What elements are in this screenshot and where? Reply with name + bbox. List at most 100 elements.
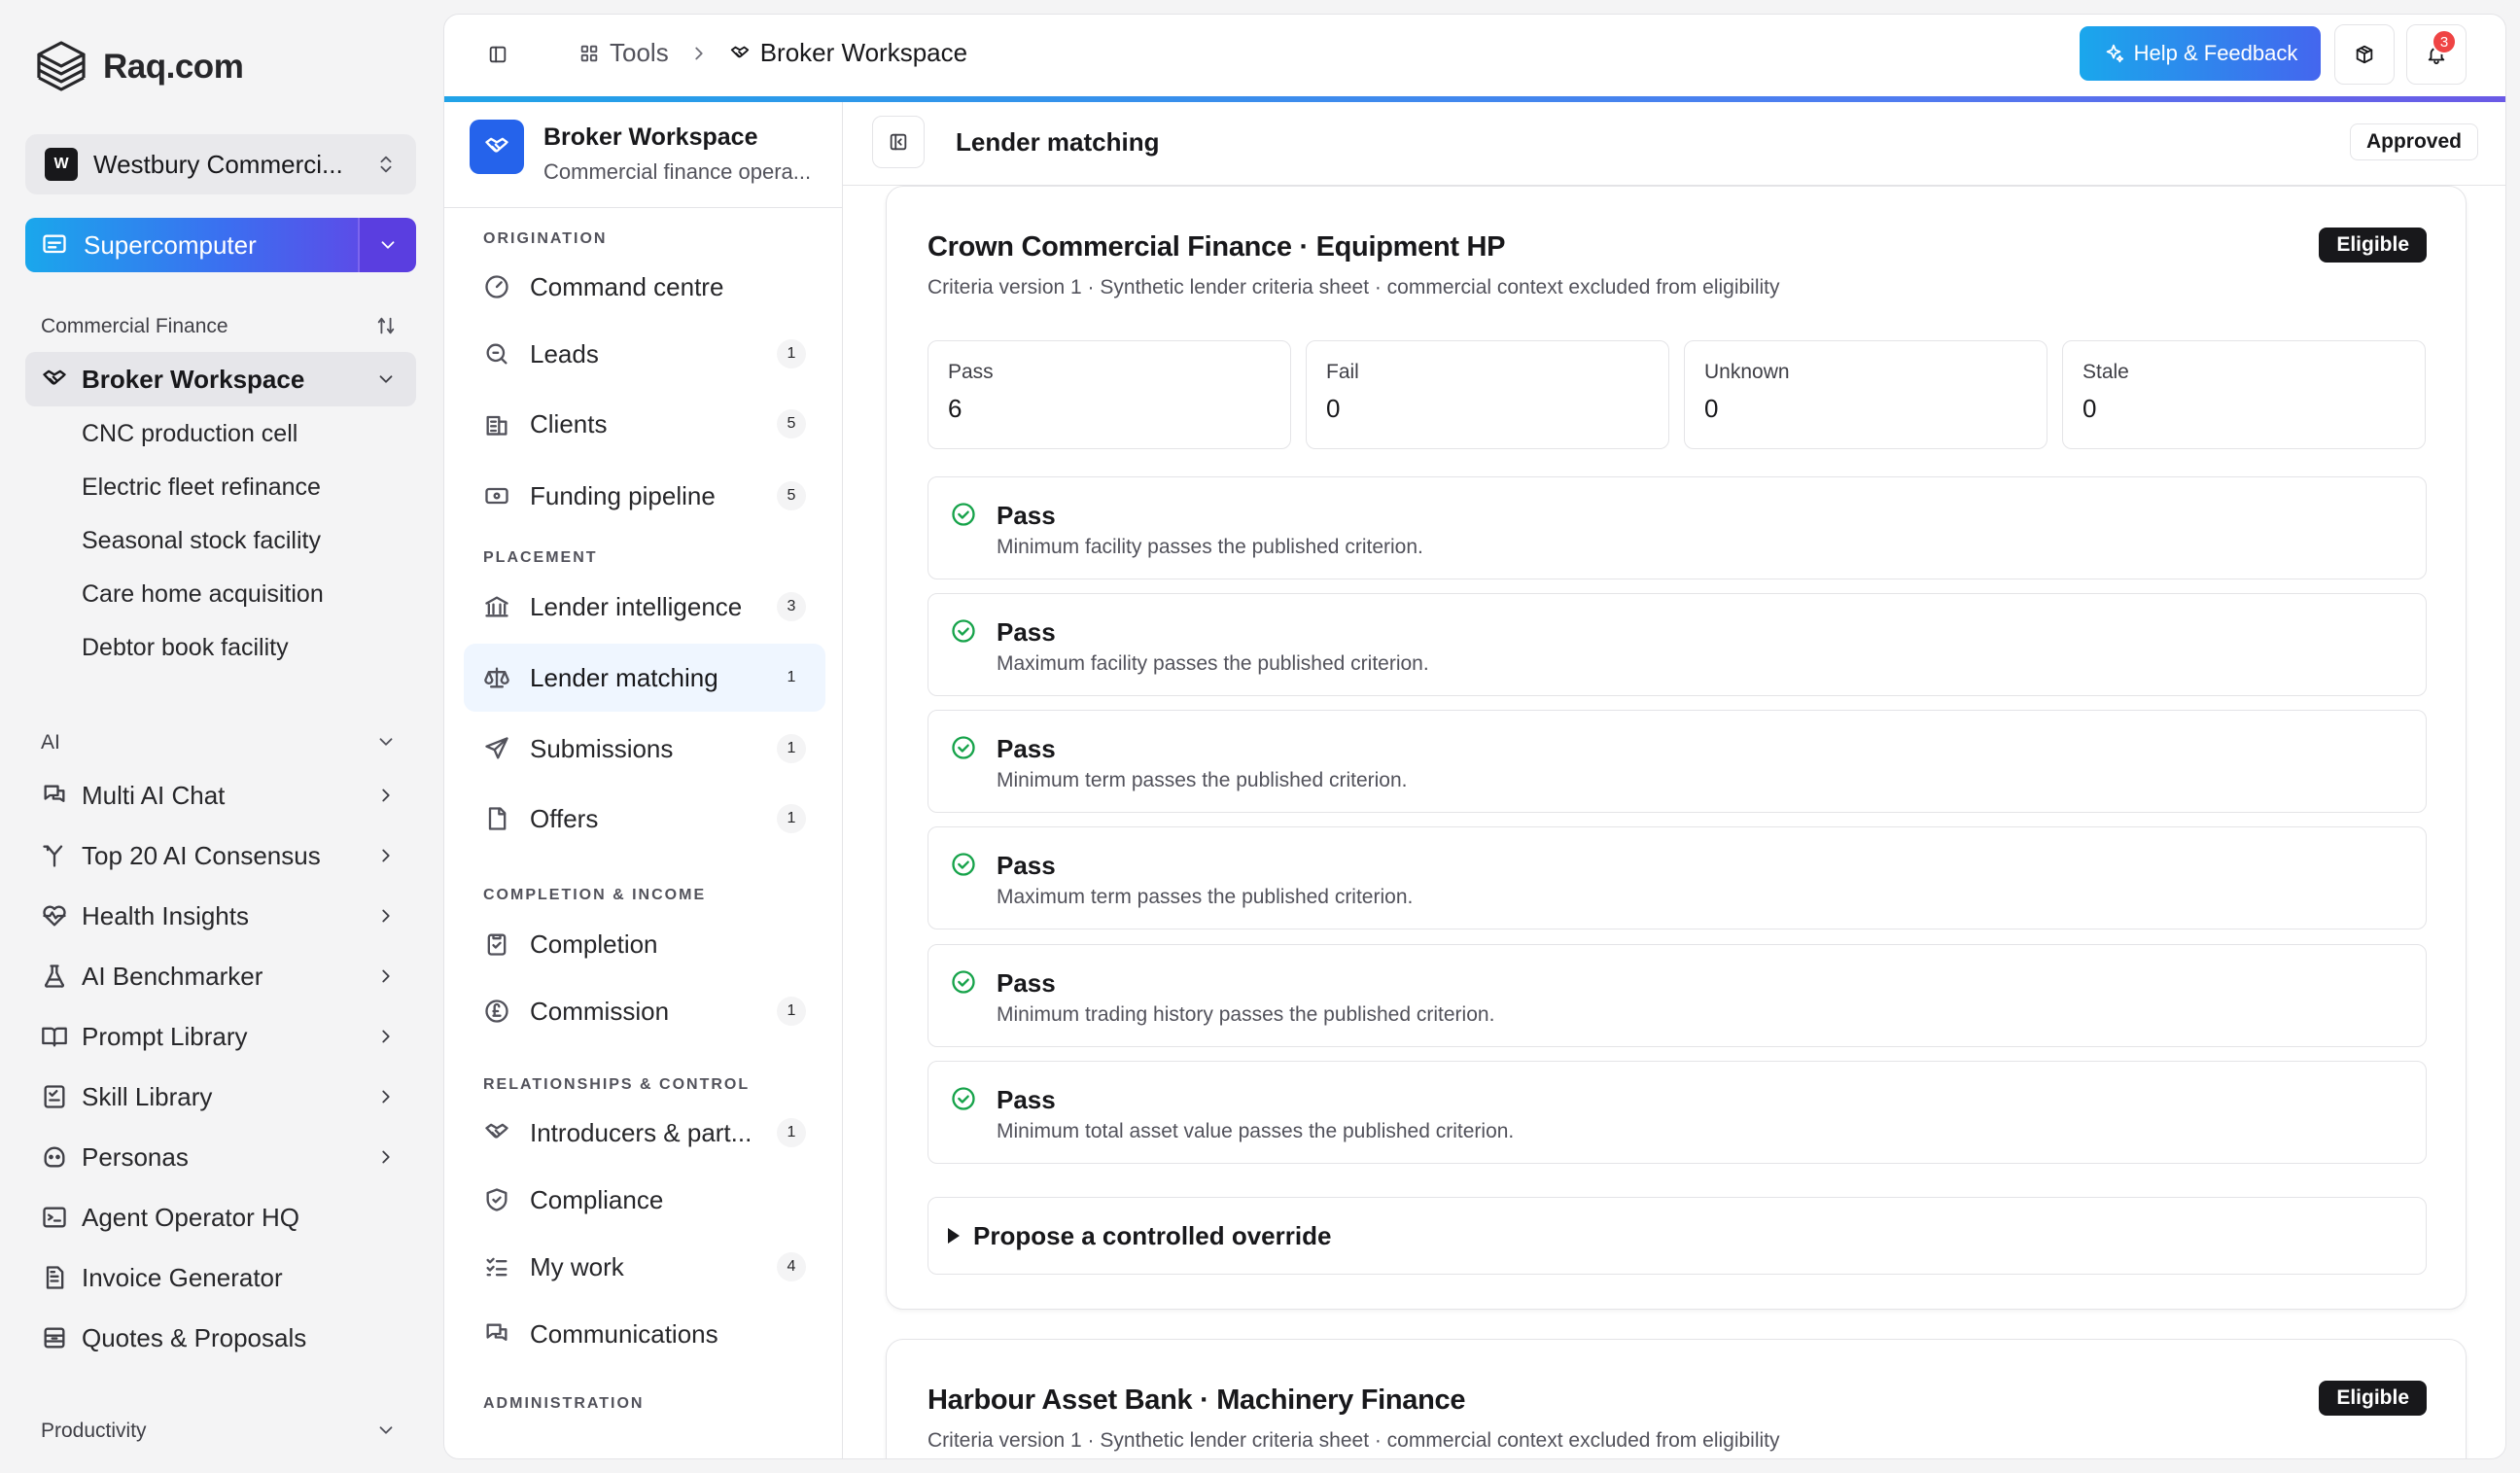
lender-subtitle: Criteria version 1 · Synthetic lender cr… [928, 1429, 1780, 1452]
checklist-icon [44, 1085, 65, 1108]
override-disclosure[interactable]: Propose a controlled override [928, 1197, 2427, 1275]
nav-communications[interactable]: Communications [464, 1300, 825, 1368]
search-icon [486, 343, 508, 365]
supercomputer-button[interactable]: Supercomputer [25, 218, 416, 272]
workspace-title: Broker Workspace [543, 123, 758, 151]
chevron-right-icon [382, 849, 390, 862]
criterion-status: Pass [997, 1085, 1056, 1114]
landmark-icon [485, 596, 508, 617]
nav-offers[interactable]: Offers 1 [464, 785, 825, 853]
criterion-description: Minimum total asset value passes the pub… [997, 1120, 1515, 1142]
heart-icon [43, 905, 66, 927]
sidebar-item-label: Health Insights [82, 900, 249, 930]
cube-button[interactable] [2334, 24, 2395, 85]
sidebar-subitem[interactable]: CNC production cell [82, 420, 298, 448]
sidebar-item-label: Multi AI Chat [82, 780, 226, 810]
stat-label: Unknown [1704, 361, 1790, 383]
nav-lender-matching[interactable]: Lender matching 1 [464, 644, 825, 712]
nav-completion[interactable]: Completion [464, 910, 825, 978]
nav-label: Offers [530, 803, 599, 833]
count-badge: 1 [777, 804, 806, 833]
stat-label: Pass [948, 361, 994, 383]
criterion-description: Maximum facility passes the published cr… [997, 652, 1429, 675]
sidebar-item-label: Prompt Library [82, 1021, 248, 1051]
sidebar-item-ai-benchmarker[interactable]: AI Benchmarker [25, 949, 416, 1003]
package-icon [2356, 45, 2373, 64]
nav-label: Introducers & part... [530, 1117, 752, 1147]
nav-leads[interactable]: Leads 1 [464, 320, 825, 388]
stat-label: Fail [1326, 361, 1359, 383]
criterion-description: Minimum trading history passes the publi… [997, 1003, 1495, 1026]
nav-commission[interactable]: Commission 1 [464, 977, 825, 1045]
sidebar-subitem[interactable]: Care home acquisition [82, 580, 324, 609]
criterion-row: Pass Minimum total asset value passes th… [928, 1061, 2427, 1164]
chevron-right-icon [382, 969, 390, 983]
check-circle-icon [952, 853, 975, 876]
sidebar-subitem[interactable]: Electric fleet refinance [82, 473, 321, 502]
logo-icon [37, 41, 86, 91]
banknote-icon [485, 487, 508, 505]
chevron-right-icon [382, 1150, 390, 1164]
nav-clients[interactable]: Clients 5 [464, 390, 825, 458]
criterion-status: Pass [997, 851, 1056, 880]
sidebar-item-quotes-proposals[interactable]: Quotes & Proposals [25, 1311, 416, 1365]
criterion-row: Pass Minimum trading history passes the … [928, 944, 2427, 1047]
org-switcher[interactable]: W Westbury Commerci... [25, 134, 416, 194]
sidebar-item-personas[interactable]: Personas [25, 1130, 416, 1184]
nav-introducers-partners[interactable]: Introducers & part... 1 [464, 1099, 825, 1167]
file-icon [488, 807, 507, 830]
sidebar-item-broker-workspace[interactable]: Broker Workspace [25, 352, 416, 406]
group-completion-income: COMPLETION & INCOME [483, 887, 707, 903]
help-feedback-button[interactable]: Help & Feedback [2080, 26, 2321, 81]
nav-submissions[interactable]: Submissions 1 [464, 715, 825, 783]
stat-pass: Pass 6 [928, 340, 1291, 449]
sidebar-toggle-icon[interactable] [487, 44, 508, 65]
app-logo[interactable]: Raq.com [33, 39, 244, 95]
flask-icon [44, 964, 65, 988]
workspace-subtitle: Commercial finance opera... [543, 159, 812, 184]
gauge-icon [485, 275, 508, 298]
sidebar-item-prompt-library[interactable]: Prompt Library [25, 1009, 416, 1064]
sidebar-item-label: Agent Operator HQ [82, 1202, 299, 1232]
supercomputer-label: Supercomputer [84, 229, 257, 260]
sidebar-item-invoice-generator[interactable]: Invoice Generator [25, 1250, 416, 1305]
sidebar-item-multi-ai-chat[interactable]: Multi AI Chat [25, 768, 416, 823]
breadcrumb-current: Broker Workspace [759, 38, 968, 67]
breadcrumb-tools[interactable]: Tools [610, 38, 669, 68]
chevron-down-icon[interactable] [375, 731, 397, 753]
check-circle-icon [952, 1087, 975, 1110]
messages-icon [486, 1323, 508, 1341]
check-circle-icon [952, 970, 975, 994]
nav-lender-intelligence[interactable]: Lender intelligence 3 [464, 573, 825, 641]
stat-fail: Fail 0 [1306, 340, 1669, 449]
chevron-down-icon[interactable] [375, 1420, 397, 1441]
sidebar-item-agent-operator-hq[interactable]: Agent Operator HQ [25, 1190, 416, 1245]
disclosure-triangle-icon [948, 1228, 960, 1244]
notifications-button[interactable]: 3 [2406, 24, 2467, 85]
sidebar-item-top-20-ai-consensus[interactable]: Top 20 AI Consensus [25, 828, 416, 883]
workspace-icon [470, 120, 524, 174]
panel-toggle-button[interactable] [872, 116, 925, 168]
top-bar: Tools Broker Workspace Help & Feedback 3 [444, 15, 2505, 96]
sidebar-subitem[interactable]: Seasonal stock facility [82, 527, 321, 555]
check-circle-icon [952, 619, 975, 643]
nav-compliance[interactable]: Compliance [464, 1166, 825, 1234]
supercomputer-main[interactable]: Supercomputer [25, 218, 358, 272]
sidebar-item-label: Personas [82, 1141, 189, 1172]
main-panel: Tools Broker Workspace Help & Feedback 3… [443, 14, 2506, 1459]
chevron-right-icon [382, 789, 390, 802]
criterion-row: Pass Maximum facility passes the publish… [928, 593, 2427, 696]
supercomputer-dropdown[interactable] [358, 218, 416, 272]
sidebar-item-health-insights[interactable]: Health Insights [25, 889, 416, 943]
criterion-description: Maximum term passes the published criter… [997, 886, 1414, 908]
sidebar-item-skill-library[interactable]: Skill Library [25, 1070, 416, 1124]
nav-label: My work [530, 1251, 624, 1281]
nav-command-centre[interactable]: Command centre [464, 253, 825, 321]
sidebar-item-label: Skill Library [82, 1081, 213, 1111]
sidebar-subitem[interactable]: Debtor book facility [82, 634, 289, 662]
chevron-right-icon [695, 47, 703, 59]
nav-my-work[interactable]: My work 4 [464, 1233, 825, 1301]
chevron-down-icon [381, 241, 395, 249]
nav-funding-pipeline[interactable]: Funding pipeline 5 [464, 462, 825, 530]
sort-icon[interactable] [375, 315, 397, 336]
